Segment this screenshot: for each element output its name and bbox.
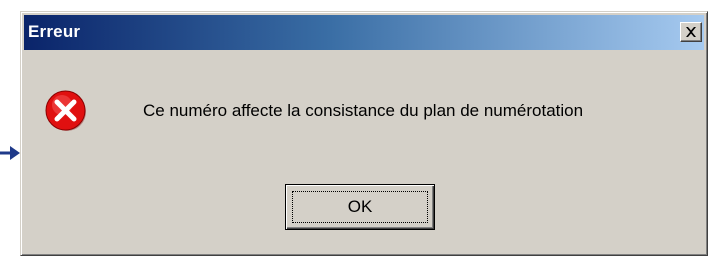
ok-button[interactable]: OK	[285, 184, 435, 230]
title-bar[interactable]: Erreur	[24, 15, 704, 50]
ok-button-label: OK	[347, 197, 373, 216]
error-icon	[45, 90, 86, 131]
close-icon	[686, 27, 696, 37]
pointer-arrow-icon	[0, 146, 20, 160]
close-button[interactable]	[680, 22, 702, 42]
window-title: Erreur	[28, 22, 81, 41]
error-message: Ce numéro affecte la consistance du plan…	[143, 101, 584, 120]
error-dialog: Erreur Ce numéro affecte la consistance …	[20, 11, 708, 256]
